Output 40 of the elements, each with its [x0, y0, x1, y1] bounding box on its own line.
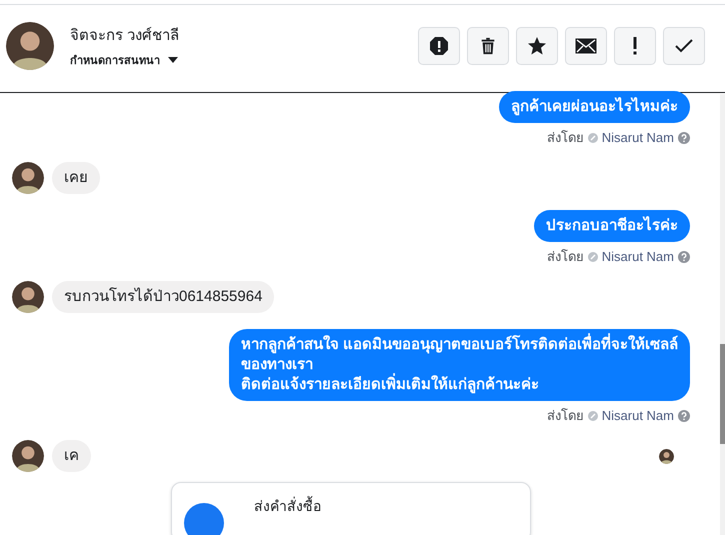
help-icon[interactable] [678, 410, 690, 422]
alert-button[interactable] [418, 26, 460, 64]
slash-circle-icon [588, 252, 598, 262]
trash-icon [479, 36, 497, 56]
message-bubble: ลูกค้าเคยผ่อนอะไรไหมค่ะ [499, 91, 690, 123]
exclamation-icon [632, 36, 638, 54]
avatar-icon [12, 281, 44, 313]
checkmark-icon [675, 38, 693, 52]
help-icon[interactable] [678, 250, 690, 262]
message-bubble: เค [52, 440, 91, 472]
message-bubble: เคย [52, 162, 100, 194]
conversation-dropdown[interactable]: กำหนดการสนทนา [70, 50, 180, 68]
envelope-icon [575, 38, 597, 54]
slash-circle-icon [588, 410, 598, 420]
caret-icon [168, 56, 178, 62]
sent-by-label: ส่งโดย [546, 129, 584, 147]
card-title: ส่งคำสั่งซื้อ [254, 495, 321, 516]
sent-by-label: ส่งโดย [546, 248, 584, 266]
check-button[interactable] [663, 26, 705, 64]
alert-octagon-icon [429, 36, 449, 56]
message-bubble: รบกวนโทรได้ป่าว0614855964 [52, 281, 274, 313]
mail-button[interactable] [565, 26, 607, 64]
star-icon [527, 36, 547, 56]
trash-button[interactable] [467, 26, 509, 64]
avatar-icon [12, 162, 44, 194]
sent-by-label: ส่งโดย [546, 407, 584, 425]
message-bubble: หากลูกค้าสนใจ แอดมินขออนุญาตขอเบอร์โทรติดต่อเพื่อที่จะให้เซลล์ ของทางเรา ติดต่อแจ้งรายละเอียดเพิ่มเติมให้แก่ลูกค้านะค่ะ [228, 329, 690, 401]
star-button[interactable] [516, 26, 558, 64]
slash-circle-icon [588, 132, 598, 142]
scrollbar[interactable] [720, 94, 725, 535]
contact-name: จิตจะกร วงศ์ชาลี [70, 26, 180, 46]
message-bubble: ประกอบอาชีอะไรค่ะ [534, 210, 690, 242]
sender-name: Nisarut Nam [602, 408, 674, 423]
avatar-icon [6, 22, 54, 70]
sender-name: Nisarut Nam [602, 130, 674, 145]
order-card[interactable]: ส่งคำสั่งซื้อ [171, 482, 531, 535]
sender-name: Nisarut Nam [602, 249, 674, 264]
help-icon[interactable] [678, 132, 690, 144]
exclamation-button[interactable] [614, 26, 656, 64]
avatar-icon [12, 440, 44, 472]
